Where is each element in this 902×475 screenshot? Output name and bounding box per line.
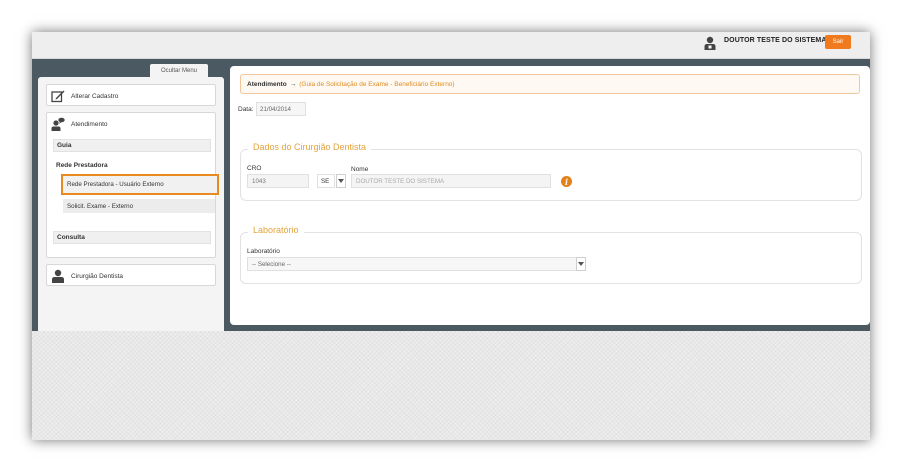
uf-select[interactable]: SE [317,174,335,188]
data-label: Data: [238,106,254,113]
sidebar-item-rede-prestadora-usuario-externo[interactable]: Rede Prestadora - Usuário Externo [61,174,219,195]
user-icon [704,36,716,50]
nome-field[interactable]: DOUTOR TESTE DO SISTEMA [351,174,551,188]
info-icon[interactable]: i [561,176,572,187]
edit-icon [51,90,65,103]
menu-label-atendimento: Atendimento [71,120,108,128]
menu-alterar-cadastro[interactable]: Alterar Cadastro [46,84,216,106]
chevron-down-icon [578,262,584,266]
laboratorio-label: Laboratório [247,248,280,255]
section-rede-prestadora[interactable]: Rede Prestadora [53,159,211,172]
app-window: DOUTOR TESTE DO SISTEMA Sair Ocultar Men… [32,32,870,440]
menu-head-alterar-cadastro[interactable]: Alterar Cadastro [47,85,215,107]
menu-cirurgiao-dentista[interactable]: Cirurgião Dentista [46,264,216,286]
breadcrumb: Atendimento → (Guia de Solicitação de Ex… [240,74,860,94]
menu-head-atendimento[interactable]: Atendimento [47,113,215,135]
menu-label-cirurgiao-dentista: Cirurgião Dentista [71,272,124,280]
logout-button[interactable]: Sair [825,35,851,49]
content-panel: Atendimento → (Guia de Solicitação de Ex… [230,66,870,325]
uf-dropdown-button[interactable] [336,174,346,188]
breadcrumb-separator: → [289,80,297,88]
legend-laboratorio: Laboratório [248,225,304,235]
laboratorio-select[interactable]: -- Selecione -- [247,257,577,271]
cro-label: CRO [247,165,262,172]
breadcrumb-main: Atendimento [247,80,287,88]
section-guia[interactable]: Guia [53,139,211,152]
top-bar: DOUTOR TESTE DO SISTEMA Sair [32,32,870,59]
toggle-menu-button[interactable]: Ocultar Menu [150,64,208,77]
laboratorio-dropdown-button[interactable] [576,257,586,271]
menu-label-alterar-cadastro: Alterar Cadastro [71,92,119,100]
user-name: DOUTOR TESTE DO SISTEMA [724,37,827,44]
chevron-down-icon [338,179,344,183]
user-icon [52,269,64,283]
sidebar: Alterar Cadastro Atendimento Guia Rede P… [38,77,224,335]
section-consulta[interactable]: Consulta [53,231,211,244]
cro-field[interactable]: 1043 [247,174,309,188]
menu-head-cirurgiao-dentista[interactable]: Cirurgião Dentista [47,265,215,287]
menu-atendimento: Atendimento Guia Rede Prestadora Rede Pr… [46,112,219,258]
breadcrumb-sub: (Guia de Solicitação de Exame - Benefici… [299,80,455,88]
data-field: 21/04/2014 [256,102,306,116]
nome-label: Nome [351,166,369,173]
user-chat-icon [51,117,65,131]
footer-pattern [32,331,870,440]
legend-dados-cirurgiao: Dados do Cirurgião Dentista [248,142,372,152]
sidebar-item-solicit-exame-externo[interactable]: Solicit. Exame - Externo [63,199,215,213]
